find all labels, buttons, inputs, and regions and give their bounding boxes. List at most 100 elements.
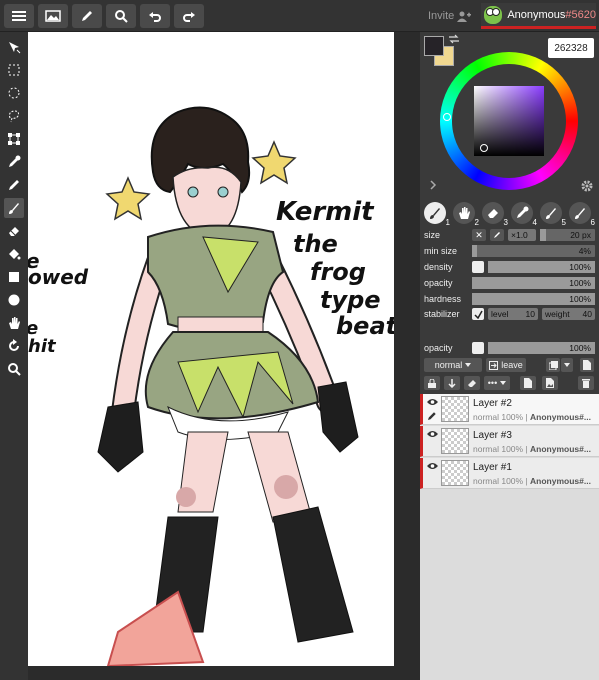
image-button[interactable]: [38, 4, 68, 28]
layer-opacity-checkbox[interactable]: [472, 342, 484, 354]
brush-preset-1[interactable]: 1: [424, 202, 450, 227]
rectangle-tool[interactable]: [4, 267, 24, 287]
move-tool[interactable]: [4, 37, 24, 57]
ellipse-tool[interactable]: [4, 290, 24, 310]
layer-thumbnail: [441, 460, 469, 486]
redo-button[interactable]: [174, 4, 204, 28]
brush-preset-number: 6: [590, 218, 595, 227]
layer-blend: normal 100% |: [473, 444, 528, 454]
density-checkbox[interactable]: [472, 261, 484, 273]
hardness-slider[interactable]: 100%: [472, 293, 595, 305]
stabilizer-level[interactable]: level 10: [488, 308, 538, 320]
ellipse-select-tool[interactable]: [4, 83, 24, 103]
layer-opacity-value: 100%: [569, 343, 591, 353]
density-slider[interactable]: 100%: [488, 261, 595, 273]
merge-down-button[interactable]: [444, 376, 460, 390]
export-layer-button[interactable]: [520, 376, 536, 390]
layer-opacity-slider[interactable]: 100%: [488, 342, 595, 354]
caption-left-4: hit: [28, 336, 57, 357]
fill-tool[interactable]: [4, 244, 24, 264]
new-page-icon: [583, 360, 591, 370]
eye-icon[interactable]: [427, 462, 438, 470]
canvas-area[interactable]: Kermit the frog type beat e owed e hit: [28, 32, 420, 680]
stabilizer-checkbox[interactable]: [472, 308, 484, 320]
delete-layer-button[interactable]: [578, 376, 594, 390]
brush-preset-number: 1: [445, 218, 450, 227]
size-lock-button[interactable]: ✕: [472, 229, 486, 241]
rotate-tool[interactable]: [4, 336, 24, 356]
brush-icon: [9, 203, 19, 214]
eraser-tool[interactable]: [4, 221, 24, 241]
brush-tool[interactable]: [4, 198, 24, 218]
brush-preset-number: 4: [532, 218, 537, 227]
menu-icon: [12, 11, 26, 21]
eye-icon[interactable]: [427, 430, 438, 438]
blend-mode-select[interactable]: normal: [424, 358, 482, 372]
swap-colors-icon[interactable]: [448, 34, 460, 44]
image-file-icon: [546, 378, 554, 388]
dropper-brush-icon: [517, 206, 529, 218]
layer-item[interactable]: Layer #3 normal 100% | Anonymous#...: [420, 426, 599, 457]
right-panel: 262328 1 2 3 4 5 6 size ✕ ×1.0 20 px min…: [420, 32, 599, 680]
duplicate-options-button[interactable]: [561, 358, 573, 372]
pressure-size-button[interactable]: [490, 229, 504, 241]
brush-preset-icon: [430, 208, 440, 219]
caption-kermit: Kermit: [276, 197, 375, 227]
size-multiplier[interactable]: ×1.0: [508, 229, 536, 241]
size-label: size: [424, 230, 441, 240]
expand-arrow-icon[interactable]: [428, 180, 438, 190]
eye-icon[interactable]: [427, 398, 438, 406]
hardness-value: 100%: [569, 294, 591, 304]
brush-preset-3[interactable]: 3: [482, 202, 508, 227]
size-slider[interactable]: 20 px: [540, 229, 595, 241]
rotate-icon: [9, 339, 19, 351]
brush-preset-2[interactable]: 2: [453, 202, 479, 227]
import-image-button[interactable]: [542, 376, 558, 390]
leave-button[interactable]: leave: [486, 358, 526, 372]
color-wheel[interactable]: [440, 52, 578, 190]
eyedropper-tool[interactable]: [4, 152, 24, 172]
caption-the: the: [293, 230, 338, 258]
brush-preset-4[interactable]: 4: [511, 202, 537, 227]
duplicate-layer-button[interactable]: [546, 358, 560, 372]
zoom-tool[interactable]: [4, 359, 24, 379]
caption-beat: beat: [336, 312, 394, 340]
layer-blend: normal 100% |: [473, 476, 528, 486]
opacity-slider[interactable]: 100%: [472, 277, 595, 289]
layer-item[interactable]: Layer #2 normal 100% | Anonymous#...: [420, 394, 599, 425]
invite-button[interactable]: Invite: [428, 10, 472, 22]
transform-tool[interactable]: [4, 129, 24, 149]
top-toolbar: Invite Anonymous#5620: [0, 0, 599, 32]
layer-name: Layer #3: [473, 430, 512, 441]
layer-item[interactable]: Layer #1 normal 100% | Anonymous#...: [420, 458, 599, 489]
brush-preset-5[interactable]: 5: [540, 202, 566, 227]
pencil-tool[interactable]: [4, 175, 24, 195]
brush-preset-6[interactable]: 6: [569, 202, 595, 227]
lasso-tool[interactable]: [4, 106, 24, 126]
draw-button[interactable]: [72, 4, 102, 28]
user-chip[interactable]: Anonymous#5620: [481, 3, 596, 29]
invite-label: Invite: [428, 10, 455, 22]
sv-picker-handle[interactable]: [480, 144, 488, 152]
new-page-button[interactable]: [580, 358, 594, 372]
drawing-canvas[interactable]: Kermit the frog type beat e owed e hit: [28, 32, 394, 666]
clear-layer-button[interactable]: [464, 376, 480, 390]
density-row: density 100%: [424, 260, 595, 274]
hue-picker-handle[interactable]: [443, 113, 451, 121]
menu-button[interactable]: [4, 4, 34, 28]
stabilizer-weight-label: weight: [545, 309, 570, 319]
min-size-slider[interactable]: 4%: [472, 245, 595, 257]
color-hex-field[interactable]: 262328: [548, 38, 594, 58]
primary-color-swatch-front[interactable]: [424, 36, 444, 56]
hand-tool[interactable]: [4, 313, 24, 333]
lock-layer-button[interactable]: [424, 376, 440, 390]
settings-gear-icon[interactable]: [581, 180, 593, 192]
rect-select-tool[interactable]: [4, 60, 24, 80]
undo-button[interactable]: [140, 4, 170, 28]
more-options-button[interactable]: •••: [484, 376, 510, 390]
duplicate-icon: [548, 360, 558, 370]
size-multiplier-value: ×1.0: [511, 230, 528, 240]
size-row: size ✕ ×1.0 20 px: [424, 228, 595, 242]
search-button[interactable]: [106, 4, 136, 28]
stabilizer-weight[interactable]: weight 40: [542, 308, 595, 320]
